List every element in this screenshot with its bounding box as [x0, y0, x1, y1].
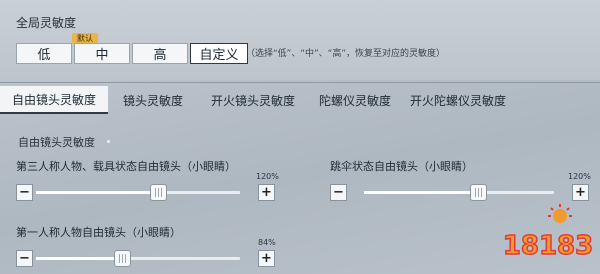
slider-third-person-minus-button[interactable]: − — [16, 184, 33, 201]
slider-third-person-plus-button[interactable]: + — [258, 184, 275, 201]
tab-fire-camera[interactable]: 开火镜头灵敏度 — [200, 86, 306, 114]
slider-first-person-track[interactable] — [36, 250, 240, 267]
slider-first-person-value: 84% — [258, 238, 276, 247]
slider-third-person-value: 120% — [256, 172, 279, 181]
slider-first-person-label: 第一人称人物自由镜头（小眼睛） — [16, 226, 181, 239]
site-watermark-logo: 18183 — [502, 204, 594, 262]
slider-third-person-track[interactable] — [36, 184, 240, 201]
tab-gyroscope[interactable]: 陀螺仪灵敏度 — [312, 86, 398, 114]
slider-first-person-thumb[interactable] — [113, 250, 131, 267]
slider-third-person-thumb[interactable] — [150, 184, 168, 201]
divider — [0, 82, 600, 83]
sensitivity-tabs: 自由镜头灵敏度 镜头灵敏度 开火镜头灵敏度 陀螺仪灵敏度 开火陀螺仪灵敏度 — [0, 86, 600, 114]
slider-first-person-fill — [36, 257, 122, 260]
global-sensitivity-title: 全局灵敏度 — [16, 16, 77, 30]
slider-parachute-minus-button[interactable]: − — [330, 184, 347, 201]
sensitivity-settings-screen: 全局灵敏度 默认 低 中 高 自定义 （选择“低”、“中”、“高”，恢复至对应的… — [0, 0, 600, 274]
option-high-button[interactable]: 高 — [132, 43, 188, 64]
slider-parachute-label: 跳伞状态自由镜头（小眼睛） — [330, 160, 473, 173]
slider-first-person-plus-button[interactable]: + — [258, 250, 275, 267]
logo-sun-icon — [548, 204, 572, 223]
option-medium-button[interactable]: 中 — [74, 43, 130, 64]
global-sensitivity-hint: （选择“低”、“中”、“高”，恢复至对应的灵敏度） — [246, 49, 445, 59]
logo-text: 18183 — [503, 231, 593, 261]
global-sensitivity-segmented-control: 低 中 高 自定义 — [16, 43, 250, 64]
tab-free-camera[interactable]: 自由镜头灵敏度 — [0, 86, 108, 114]
tab-fire-gyroscope[interactable]: 开火陀螺仪灵敏度 — [402, 86, 514, 114]
slider-parachute-thumb[interactable] — [470, 184, 487, 201]
slider-parachute-plus-button[interactable]: + — [572, 184, 589, 201]
slider-parachute-value: 120% — [568, 172, 591, 181]
tab-camera[interactable]: 镜头灵敏度 — [110, 86, 196, 114]
slider-parachute-track[interactable] — [364, 184, 554, 201]
option-low-button[interactable]: 低 — [16, 43, 72, 64]
section-title: 自由镜头灵敏度 — [18, 136, 95, 149]
slider-first-person-minus-button[interactable]: − — [16, 250, 33, 267]
slider-parachute-fill — [364, 191, 478, 194]
slider-third-person-fill — [36, 191, 159, 194]
slider-third-person-label: 第三人称人物、载具状态自由镜头（小眼睛） — [16, 160, 236, 173]
option-custom-button[interactable]: 自定义 — [190, 43, 248, 64]
info-dot-icon — [107, 140, 110, 143]
